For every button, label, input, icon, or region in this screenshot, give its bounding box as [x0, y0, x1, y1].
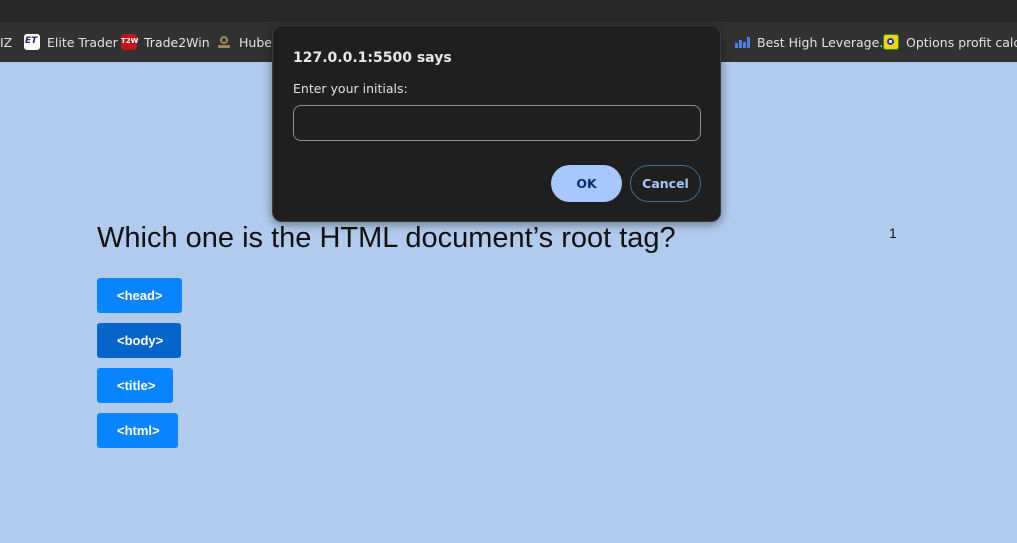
elite-trader-icon — [24, 34, 40, 50]
bookmark-label: IZ — [0, 34, 13, 50]
bookmark-label: Best High Leverage... — [757, 34, 892, 50]
bookmark-elite-trader[interactable]: Elite Trader — [24, 22, 118, 62]
bar-chart-icon — [734, 34, 750, 50]
bookmark-best-high-leverage[interactable]: Best High Leverage... — [734, 22, 891, 62]
bookmark-label: Elite Trader — [47, 34, 118, 50]
huber-icon — [216, 34, 232, 50]
dialog-message: Enter your initials: — [293, 81, 408, 96]
bookmark-options-profit-calculator[interactable]: Options profit calcu... — [883, 22, 1017, 62]
initials-input[interactable] — [293, 105, 701, 141]
ok-button[interactable]: OK — [551, 165, 622, 202]
cancel-button[interactable]: Cancel — [630, 165, 701, 202]
prompt-dialog: 127.0.0.1:5500 says Enter your initials:… — [272, 25, 721, 222]
question-text: Which one is the HTML document’s root ta… — [97, 222, 676, 254]
bookmark-iz[interactable]: IZ — [0, 22, 12, 62]
options-calculator-icon — [883, 34, 899, 50]
bookmark-huber[interactable]: Huber — [216, 22, 277, 62]
answer-button-title[interactable]: <title> — [97, 368, 173, 403]
answer-button-head[interactable]: <head> — [97, 278, 182, 313]
bookmark-trade2win[interactable]: Trade2Win — [121, 22, 210, 62]
answer-button-html[interactable]: <html> — [97, 413, 178, 448]
question-counter: 1 — [889, 225, 897, 241]
bookmark-label: Options profit calcu... — [906, 34, 1017, 50]
trade2win-icon — [121, 34, 138, 50]
browser-tab-strip — [0, 0, 1017, 22]
bookmark-label: Trade2Win — [144, 34, 210, 50]
dialog-title: 127.0.0.1:5500 says — [293, 50, 452, 66]
answer-button-body[interactable]: <body> — [97, 323, 181, 358]
